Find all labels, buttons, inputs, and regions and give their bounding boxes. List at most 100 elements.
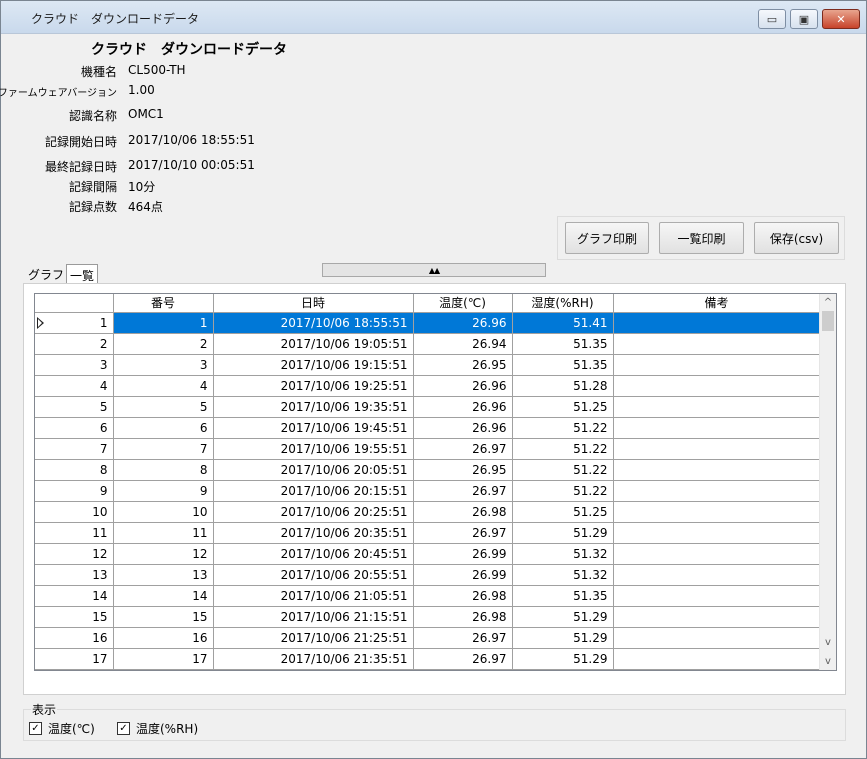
table-row[interactable]: 4 4 2017/10/06 19:25:51 26.96 51.28	[35, 375, 821, 397]
table-cell[interactable]: 2017/10/06 21:25:51	[213, 627, 414, 649]
row-header-cell[interactable]: 14	[35, 585, 114, 607]
table-cell[interactable]: 13	[113, 564, 214, 586]
table-cell[interactable]: 51.41	[512, 312, 614, 334]
table-row[interactable]: 8 8 2017/10/06 20:05:51 26.95 51.22	[35, 459, 821, 481]
table-cell[interactable]: 14	[113, 585, 214, 607]
memo-cell[interactable]	[613, 312, 821, 334]
row-header-cell[interactable]: 16	[35, 627, 114, 649]
column-header[interactable]: 日時	[213, 294, 414, 313]
row-header-cell[interactable]: 10	[35, 501, 114, 523]
table-cell[interactable]: 6	[113, 417, 214, 439]
memo-cell[interactable]	[613, 627, 821, 649]
table-cell[interactable]: 26.96	[413, 312, 513, 334]
splitter-collapse-button[interactable]: ▲▲	[322, 263, 546, 277]
column-header[interactable]	[35, 294, 114, 313]
table-cell[interactable]: 2017/10/06 20:45:51	[213, 543, 414, 565]
table-cell[interactable]: 2017/10/06 20:25:51	[213, 501, 414, 523]
table-cell[interactable]: 12	[113, 543, 214, 565]
table-cell[interactable]: 2017/10/06 20:55:51	[213, 564, 414, 586]
row-header-cell[interactable]: 6	[35, 417, 114, 439]
table-cell[interactable]: 51.22	[512, 459, 614, 481]
row-header-cell[interactable]: 13	[35, 564, 114, 586]
table-cell[interactable]: 26.97	[413, 438, 513, 460]
table-row[interactable]: 1 1 2017/10/06 18:55:51 26.96 51.41	[35, 312, 821, 334]
table-row[interactable]: 14 14 2017/10/06 21:05:51 26.98 51.35	[35, 585, 821, 607]
column-header[interactable]: 湿度(%RH)	[512, 294, 614, 313]
save-csv-button[interactable]: 保存(csv)	[754, 222, 839, 254]
row-header-cell[interactable]: 1	[35, 312, 114, 334]
memo-cell[interactable]	[613, 501, 821, 523]
table-cell[interactable]: 51.32	[512, 543, 614, 565]
table-cell[interactable]: 2017/10/06 20:35:51	[213, 522, 414, 544]
table-cell[interactable]: 2017/10/06 20:15:51	[213, 480, 414, 502]
table-cell[interactable]: 2017/10/06 19:55:51	[213, 438, 414, 460]
table-cell[interactable]: 51.35	[512, 333, 614, 355]
row-header-cell[interactable]: 7	[35, 438, 114, 460]
table-cell[interactable]: 4	[113, 375, 214, 397]
table-cell[interactable]: 51.22	[512, 480, 614, 502]
row-header-cell[interactable]: 5	[35, 396, 114, 418]
table-cell[interactable]: 26.97	[413, 648, 513, 670]
table-cell[interactable]: 1	[113, 312, 214, 334]
tab-graph[interactable]: グラフ	[25, 264, 67, 283]
table-cell[interactable]: 2017/10/06 21:35:51	[213, 648, 414, 670]
table-cell[interactable]: 26.99	[413, 564, 513, 586]
table-cell[interactable]: 26.98	[413, 585, 513, 607]
row-header-cell[interactable]: 3	[35, 354, 114, 376]
table-cell[interactable]: 51.35	[512, 585, 614, 607]
memo-cell[interactable]	[613, 648, 821, 670]
memo-cell[interactable]	[613, 585, 821, 607]
scroll-down-icon[interactable]: v	[820, 653, 836, 670]
table-row[interactable]: 13 13 2017/10/06 20:55:51 26.99 51.32	[35, 564, 821, 586]
list-print-button[interactable]: 一覧印刷	[659, 222, 744, 254]
row-header-cell[interactable]: 4	[35, 375, 114, 397]
table-cell[interactable]: 11	[113, 522, 214, 544]
vertical-scrollbar[interactable]: ^ v v	[819, 294, 836, 670]
table-cell[interactable]: 10	[113, 501, 214, 523]
table-row[interactable]: 9 9 2017/10/06 20:15:51 26.97 51.22	[35, 480, 821, 502]
table-row[interactable]: 7 7 2017/10/06 19:55:51 26.97 51.22	[35, 438, 821, 460]
table-cell[interactable]: 2017/10/06 19:05:51	[213, 333, 414, 355]
table-cell[interactable]: 26.96	[413, 396, 513, 418]
memo-cell[interactable]	[613, 375, 821, 397]
table-cell[interactable]: 2017/10/06 19:35:51	[213, 396, 414, 418]
row-header-cell[interactable]: 8	[35, 459, 114, 481]
table-row[interactable]: 3 3 2017/10/06 19:15:51 26.95 51.35	[35, 354, 821, 376]
table-cell[interactable]: 51.29	[512, 648, 614, 670]
table-cell[interactable]: 26.94	[413, 333, 513, 355]
scroll-up-icon[interactable]: ^	[820, 294, 836, 311]
memo-cell[interactable]	[613, 564, 821, 586]
table-cell[interactable]: 26.96	[413, 375, 513, 397]
table-cell[interactable]: 51.25	[512, 501, 614, 523]
row-header-cell[interactable]: 15	[35, 606, 114, 628]
table-cell[interactable]: 51.29	[512, 522, 614, 544]
table-cell[interactable]: 16	[113, 627, 214, 649]
table-cell[interactable]: 2017/10/06 21:15:51	[213, 606, 414, 628]
memo-cell[interactable]	[613, 459, 821, 481]
table-row[interactable]: 17 17 2017/10/06 21:35:51 26.97 51.29	[35, 648, 821, 670]
graph-print-button[interactable]: グラフ印刷	[565, 222, 649, 254]
table-cell[interactable]: 3	[113, 354, 214, 376]
column-header[interactable]: 番号	[113, 294, 214, 313]
table-cell[interactable]: 26.95	[413, 459, 513, 481]
scroll-down-icon[interactable]: v	[820, 634, 836, 651]
table-cell[interactable]: 51.28	[512, 375, 614, 397]
table-cell[interactable]: 2017/10/06 21:05:51	[213, 585, 414, 607]
minimize-button[interactable]: ▭	[758, 9, 786, 29]
table-row[interactable]: 10 10 2017/10/06 20:25:51 26.98 51.25	[35, 501, 821, 523]
table-cell[interactable]: 51.25	[512, 396, 614, 418]
memo-cell[interactable]	[613, 438, 821, 460]
table-cell[interactable]: 51.29	[512, 606, 614, 628]
checkbox-check-icon[interactable]: ✓	[29, 722, 42, 735]
column-header[interactable]: 備考	[613, 294, 821, 313]
table-cell[interactable]: 51.22	[512, 417, 614, 439]
table-cell[interactable]: 51.29	[512, 627, 614, 649]
row-header-cell[interactable]: 17	[35, 648, 114, 670]
table-cell[interactable]: 26.99	[413, 543, 513, 565]
table-cell[interactable]: 26.97	[413, 480, 513, 502]
column-header[interactable]: 温度(℃)	[413, 294, 513, 313]
table-cell[interactable]: 7	[113, 438, 214, 460]
table-cell[interactable]: 2017/10/06 19:25:51	[213, 375, 414, 397]
table-cell[interactable]: 8	[113, 459, 214, 481]
table-cell[interactable]: 2017/10/06 20:05:51	[213, 459, 414, 481]
